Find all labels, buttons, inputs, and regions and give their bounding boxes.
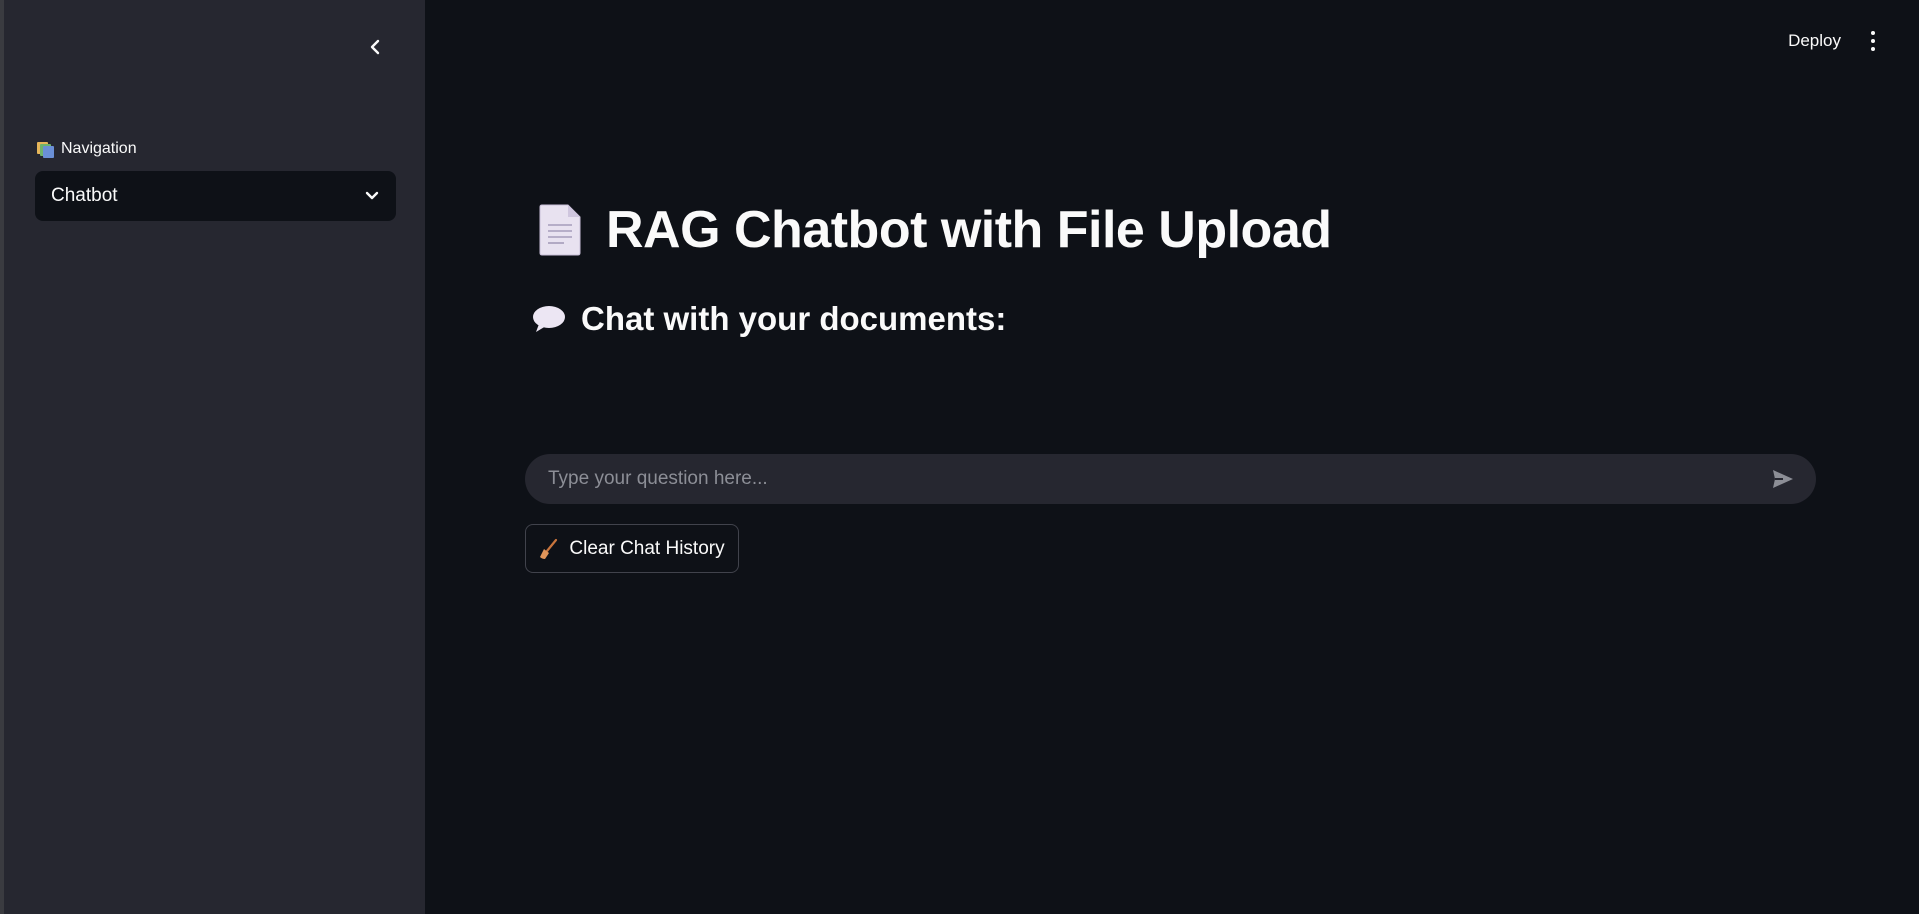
collapse-sidebar-button[interactable]: [360, 32, 390, 62]
deploy-button[interactable]: Deploy: [1788, 31, 1841, 51]
section-subtitle: Chat with your documents:: [581, 300, 1007, 337]
subtitle-row: Chat with your documents:: [531, 300, 1006, 338]
navigation-label-text: Navigation: [61, 140, 137, 157]
broom-icon: [540, 538, 558, 559]
sidebar: Navigation Chatbot: [4, 0, 425, 914]
navigation-label: Navigation: [37, 140, 137, 158]
send-arrow-icon: [1773, 470, 1793, 488]
page-document-icon: [539, 204, 581, 256]
kebab-menu-icon: [1871, 31, 1875, 35]
chevron-left-icon: [370, 39, 380, 55]
chevron-down-icon: [365, 191, 379, 200]
main-menu-button[interactable]: [1863, 26, 1883, 56]
clear-chat-history-button[interactable]: Clear Chat History: [525, 524, 739, 573]
clear-chat-history-label: Clear Chat History: [569, 537, 725, 559]
card-index-dividers-icon: [37, 140, 55, 158]
chat-input-container: [525, 454, 1816, 504]
send-button[interactable]: [1768, 464, 1798, 494]
page-title: RAG Chatbot with File Upload: [606, 201, 1332, 259]
speech-balloon-icon: [533, 306, 565, 332]
page-select[interactable]: Chatbot: [35, 171, 396, 221]
page-title-row: RAG Chatbot with File Upload: [538, 200, 1332, 260]
header-toolbar: Deploy: [1788, 26, 1883, 56]
chat-input[interactable]: [546, 467, 1768, 491]
app-window: Navigation Chatbot Deploy RAG Chatbot wi…: [0, 0, 1919, 914]
page-select-value: Chatbot: [51, 185, 118, 206]
